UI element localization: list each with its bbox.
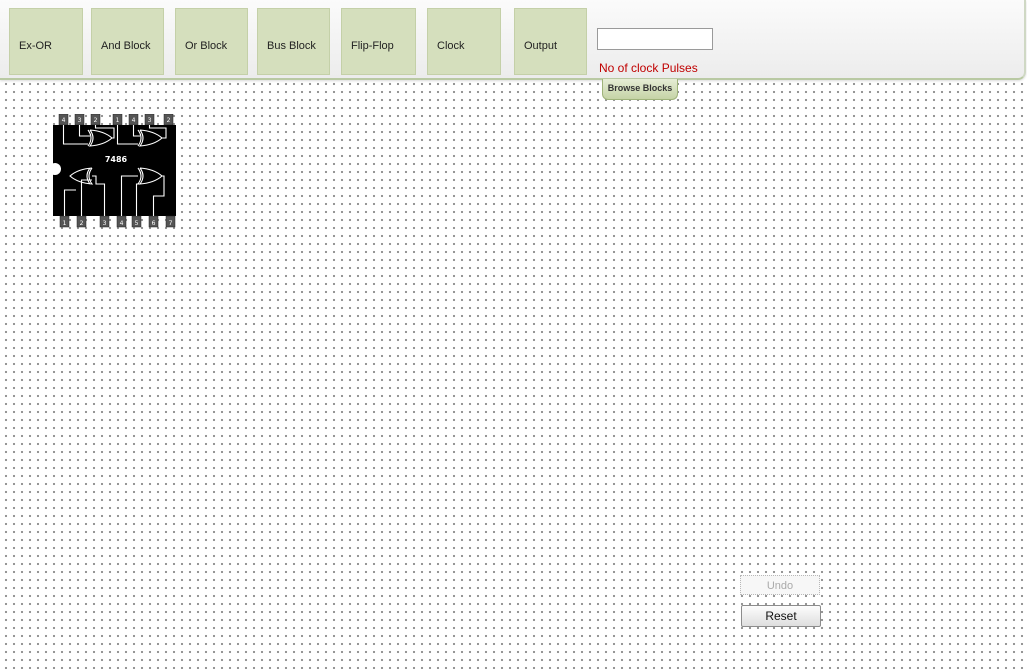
clock-pulses-input[interactable] xyxy=(597,28,713,50)
flip-flop-block-label: Flip-Flop xyxy=(351,40,394,52)
top-pin-number: 3 xyxy=(148,117,152,124)
top-pin-number: 4 xyxy=(62,117,66,124)
ic-7486-chip[interactable]: 4 3 2 1 4 3 2 1 2 3 4 5 6 7 7486 xyxy=(49,113,178,228)
reset-button[interactable]: Reset xyxy=(741,605,821,627)
bottom-pin-number: 4 xyxy=(120,220,124,227)
undo-button[interactable]: Undo xyxy=(740,575,820,595)
ex-or-block-label: Ex-OR xyxy=(19,40,52,52)
clock-block-label: Clock xyxy=(437,40,465,52)
bottom-pins xyxy=(59,215,176,228)
ex-or-block-button[interactable]: Ex-OR xyxy=(9,8,83,75)
ic-7486-graphic: 4 3 2 1 4 3 2 1 2 3 4 5 6 7 7486 xyxy=(49,113,176,228)
or-block-button[interactable]: Or Block xyxy=(175,8,248,75)
output-block-button[interactable]: Output xyxy=(514,8,587,75)
bus-block-button[interactable]: Bus Block xyxy=(257,8,330,75)
top-pin-number: 4 xyxy=(132,117,136,124)
clock-block-button[interactable]: Clock xyxy=(427,8,501,75)
bottom-pin-number: 1 xyxy=(63,220,67,227)
top-pin-number: 2 xyxy=(167,117,171,124)
top-pin-number: 3 xyxy=(78,117,82,124)
bottom-pin-number: 7 xyxy=(169,220,173,227)
clock-pulses-label: No of clock Pulses xyxy=(599,61,698,75)
block-toolbar: Ex-OR And Block Or Block Bus Block Flip-… xyxy=(0,0,1026,80)
flip-flop-block-button[interactable]: Flip-Flop xyxy=(341,8,416,75)
bottom-pin-number: 6 xyxy=(152,220,156,227)
chip-label: 7486 xyxy=(105,155,128,164)
top-pin-number: 2 xyxy=(94,117,98,124)
and-block-label: And Block xyxy=(101,40,151,52)
output-block-label: Output xyxy=(524,40,558,52)
browse-blocks-button[interactable]: Browse Blocks xyxy=(602,79,678,100)
chip-body xyxy=(53,125,176,216)
top-pin-number: 1 xyxy=(116,117,120,124)
and-block-button[interactable]: And Block xyxy=(91,8,164,75)
bus-block-label: Bus Block xyxy=(267,40,316,52)
bottom-pin-number: 3 xyxy=(103,220,107,227)
bottom-pin-number: 5 xyxy=(135,220,139,227)
or-block-label: Or Block xyxy=(185,40,228,52)
bottom-pin-number: 2 xyxy=(80,220,84,227)
